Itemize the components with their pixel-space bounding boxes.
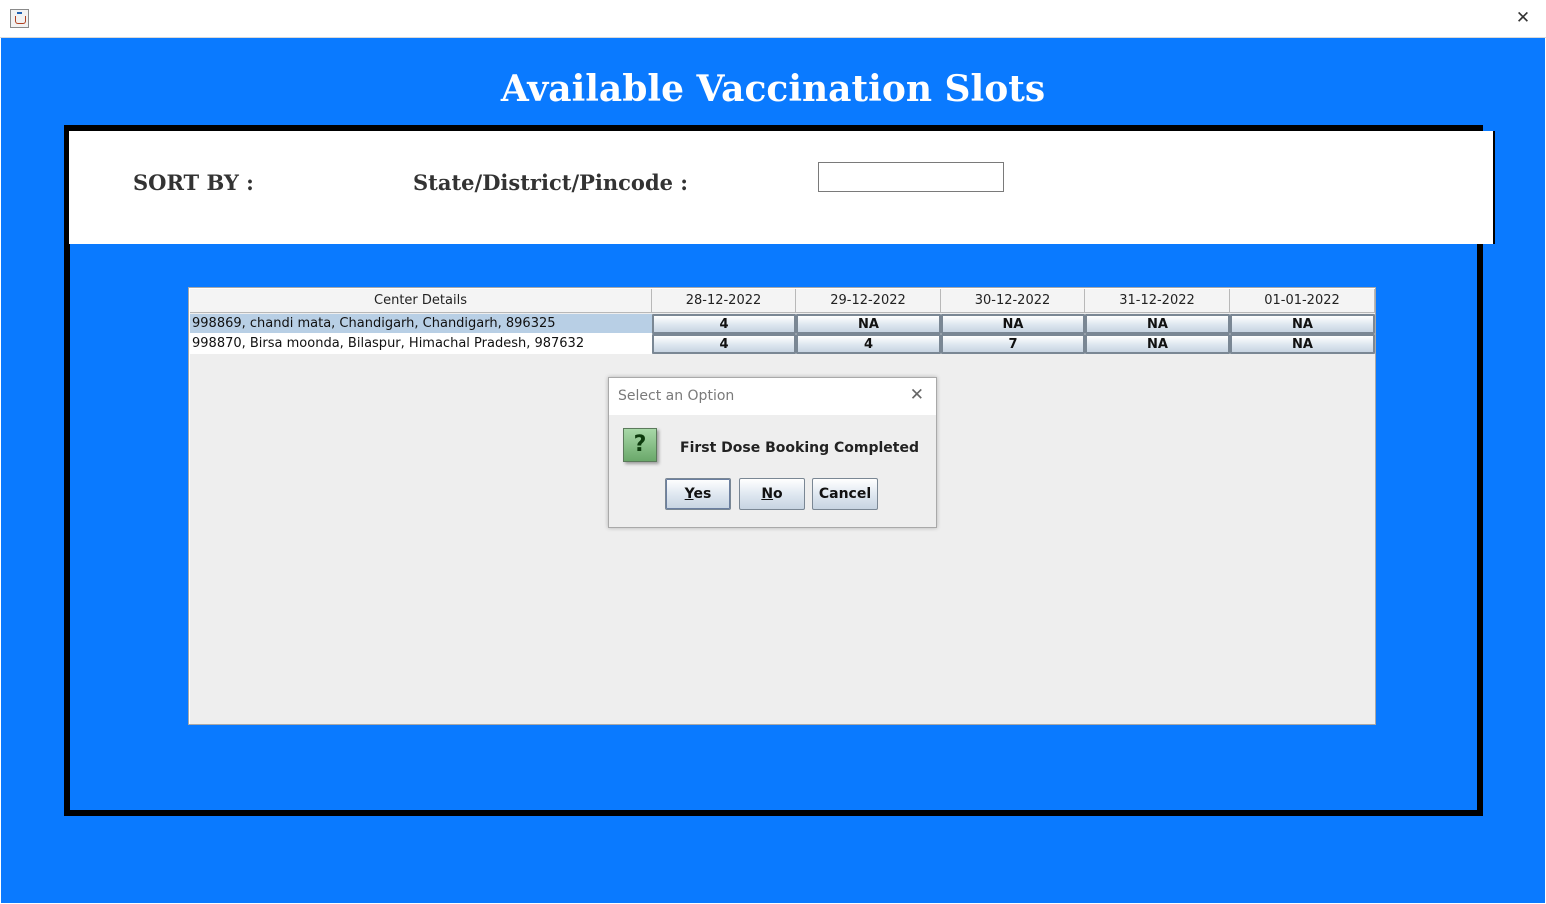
window-close-icon[interactable]: ✕	[1514, 8, 1532, 28]
table-header: Center Details 28-12-2022 29-12-2022 30-…	[190, 289, 1375, 313]
yes-button[interactable]: Yes	[665, 478, 731, 510]
table-row[interactable]: 998870, Birsa moonda, Bilaspur, Himachal…	[190, 334, 1375, 354]
location-search-input[interactable]	[818, 162, 1004, 192]
slot-button[interactable]: NA	[941, 314, 1085, 334]
java-app-icon	[10, 9, 29, 28]
question-icon: ?	[623, 428, 657, 462]
slot-button[interactable]: NA	[1085, 334, 1230, 354]
filter-panel	[69, 131, 1495, 244]
header-date-2[interactable]: 29-12-2022	[796, 289, 941, 313]
sort-by-label: SORT BY :	[133, 170, 254, 195]
slot-button[interactable]: 7	[941, 334, 1085, 354]
header-date-1[interactable]: 28-12-2022	[652, 289, 796, 313]
slot-button[interactable]: 4	[652, 314, 796, 334]
slot-button[interactable]: NA	[1230, 334, 1375, 354]
slot-button[interactable]: NA	[1230, 314, 1375, 334]
no-mnemonic: N	[761, 486, 774, 502]
header-date-3[interactable]: 30-12-2022	[941, 289, 1085, 313]
slot-button[interactable]: 4	[652, 334, 796, 354]
slot-button[interactable]: 4	[796, 334, 941, 354]
cancel-button[interactable]: Cancel	[812, 478, 878, 510]
yes-label-rest: es	[693, 486, 712, 502]
window-titlebar: ✕	[0, 0, 1546, 38]
no-label-rest: o	[773, 486, 783, 502]
center-details-cell[interactable]: 998870, Birsa moonda, Bilaspur, Himachal…	[190, 334, 652, 354]
state-district-pincode-label: State/District/Pincode :	[413, 170, 689, 195]
dialog-titlebar: Select an Option ✕	[609, 378, 936, 415]
center-details-cell[interactable]: 998869, chandi mata, Chandigarh, Chandig…	[190, 314, 652, 334]
dialog-message: First Dose Booking Completed	[680, 440, 919, 456]
slot-button[interactable]: NA	[796, 314, 941, 334]
dialog-title: Select an Option	[618, 388, 735, 404]
page-title: Available Vaccination Slots	[500, 68, 1046, 110]
header-center-details[interactable]: Center Details	[190, 289, 652, 313]
table-row[interactable]: 998869, chandi mata, Chandigarh, Chandig…	[190, 314, 1375, 334]
no-button[interactable]: No	[739, 478, 805, 510]
slot-button[interactable]: NA	[1085, 314, 1230, 334]
header-date-5[interactable]: 01-01-2022	[1230, 289, 1375, 313]
option-dialog: Select an Option ✕ ? First Dose Booking …	[608, 377, 937, 528]
yes-mnemonic: Y	[684, 486, 694, 502]
header-date-4[interactable]: 31-12-2022	[1085, 289, 1230, 313]
dialog-close-icon[interactable]: ✕	[910, 385, 924, 405]
